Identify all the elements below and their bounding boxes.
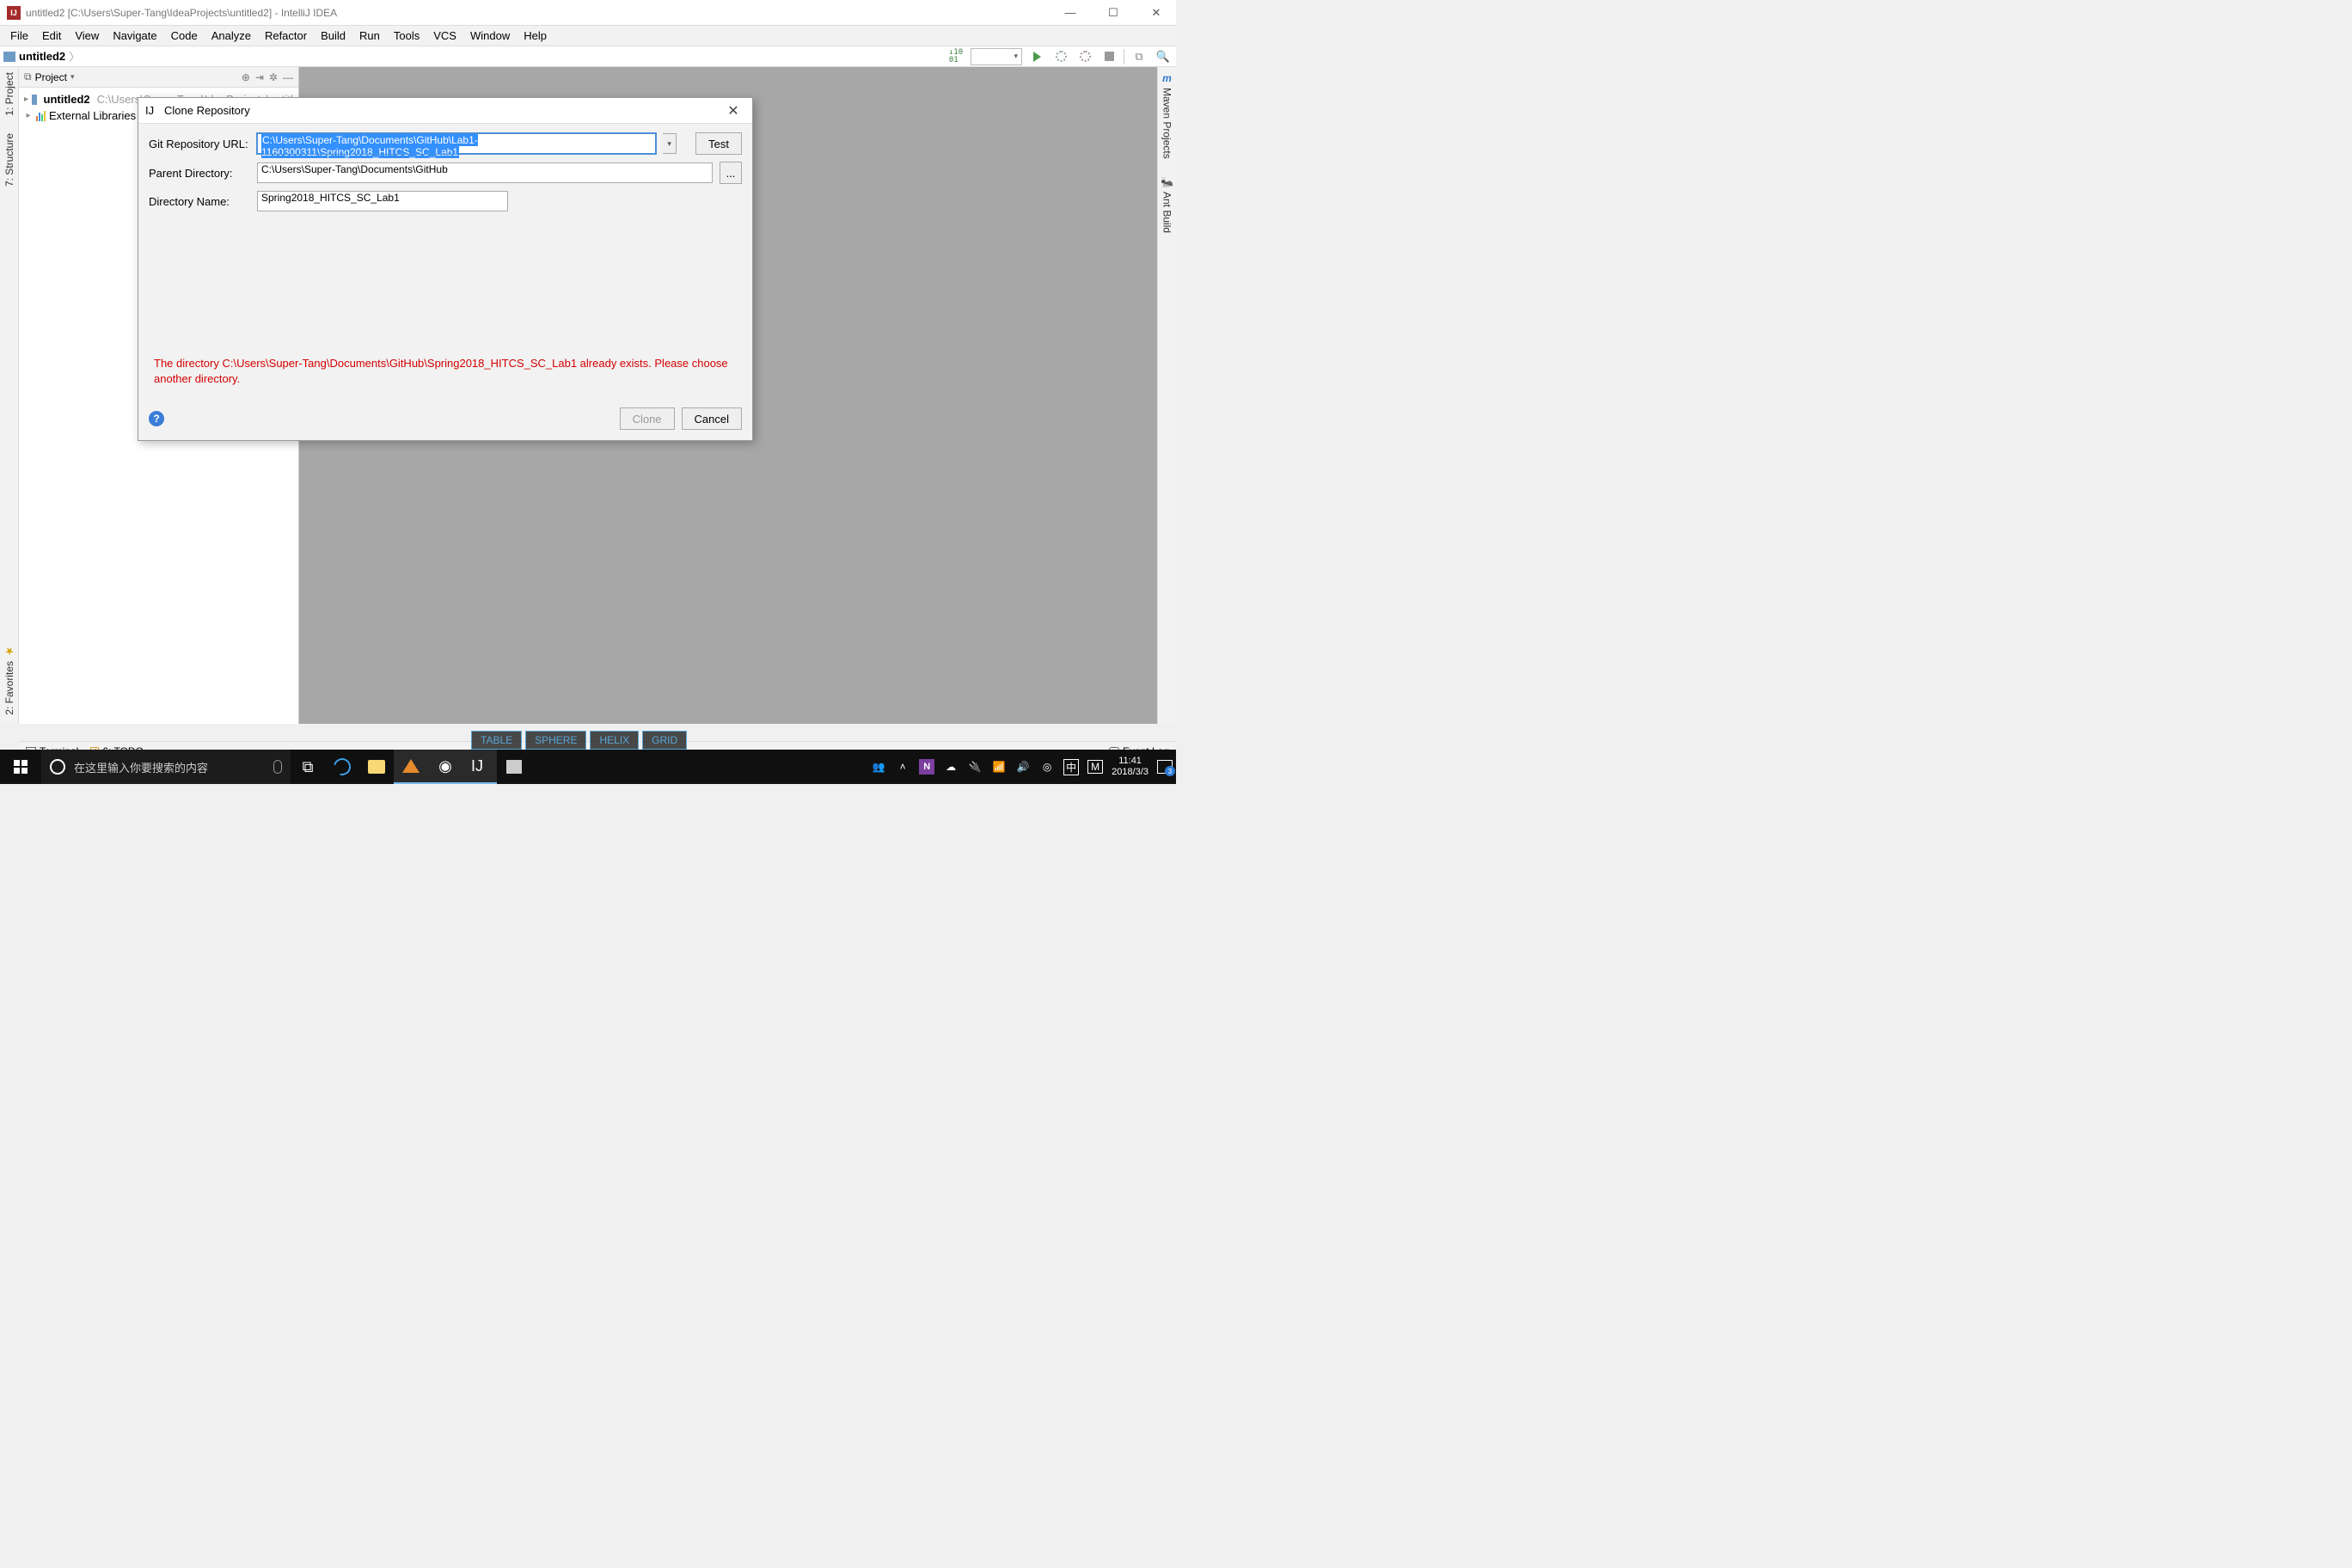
location-icon[interactable]: ◎ <box>1039 761 1055 773</box>
dialog-close-button[interactable]: ✕ <box>721 102 745 119</box>
breadcrumb-sep-icon: 〉 <box>69 48 80 64</box>
matlab-overlay-pills: TABLE SPHERE HELIX GRID <box>471 731 687 750</box>
tab-structure[interactable]: 7: Structure <box>3 133 15 187</box>
libraries-icon <box>36 111 46 121</box>
window-titlebar: IJ untitled2 [C:\Users\Super-Tang\IdeaPr… <box>0 0 1176 26</box>
hide-icon[interactable]: — <box>283 71 293 83</box>
project-structure-button[interactable]: ⧉ <box>1130 48 1148 65</box>
menu-file[interactable]: File <box>3 28 35 44</box>
cancel-button[interactable]: Cancel <box>682 407 742 430</box>
pill-helix[interactable]: HELIX <box>590 731 639 750</box>
dialog-title: Clone Repository <box>164 104 250 117</box>
error-message: The directory C:\Users\Super-Tang\Docume… <box>149 356 742 392</box>
menu-analyze[interactable]: Analyze <box>205 28 258 44</box>
scroll-to-icon[interactable]: ⇥ <box>255 71 264 83</box>
people-icon[interactable]: 👥 <box>871 761 886 773</box>
taskbar-search[interactable]: 在这里输入你要搜索的内容 <box>41 750 291 784</box>
run-config-combo[interactable]: ▾ <box>971 48 1022 65</box>
task-view-icon[interactable]: ⧉ <box>291 750 325 784</box>
toolbar: untitled2 〉 ↓1001 ▾ ⧉ 🔍 <box>0 46 1176 67</box>
edge-icon[interactable] <box>325 750 359 784</box>
update-icon[interactable]: ↓1001 <box>946 48 965 65</box>
collapse-icon[interactable]: ⊕ <box>242 71 250 83</box>
wifi-icon[interactable]: 📶 <box>991 761 1007 773</box>
label-url: Git Repository URL: <box>149 138 250 150</box>
pill-sphere[interactable]: SPHERE <box>525 731 586 750</box>
onedrive-icon[interactable]: ☁ <box>943 761 959 773</box>
menu-vcs[interactable]: VCS <box>426 28 463 44</box>
explorer-icon[interactable] <box>359 750 394 784</box>
action-center-icon[interactable]: 3 <box>1157 760 1173 774</box>
menu-help[interactable]: Help <box>517 28 554 44</box>
browse-button[interactable]: ... <box>720 162 742 184</box>
help-icon[interactable]: ? <box>149 411 164 426</box>
label-parent: Parent Directory: <box>149 167 250 180</box>
window-title: untitled2 [C:\Users\Super-Tang\IdeaProje… <box>26 7 1057 19</box>
folder-icon <box>3 52 15 62</box>
external-libraries-label: External Libraries <box>49 109 136 122</box>
repo-url-dropdown-icon[interactable]: ▾ <box>663 133 677 154</box>
pill-grid[interactable]: GRID <box>642 731 687 750</box>
app-icon: IJ <box>145 104 159 118</box>
minimize-button[interactable]: — <box>1057 6 1083 20</box>
tree-root-label: untitled2 <box>44 93 90 106</box>
menu-refactor[interactable]: Refactor <box>258 28 314 44</box>
matlab-icon[interactable] <box>394 750 428 784</box>
clone-repository-dialog: IJ Clone Repository ✕ Git Repository URL… <box>138 97 753 441</box>
tab-project[interactable]: 1: Project <box>3 72 15 116</box>
expand-arrow-icon[interactable]: ▸ <box>24 95 28 104</box>
volume-icon[interactable]: 🔊 <box>1015 761 1031 773</box>
start-button[interactable] <box>0 750 41 784</box>
menu-code[interactable]: Code <box>164 28 205 44</box>
clone-button[interactable]: Clone <box>620 407 675 430</box>
test-button[interactable]: Test <box>695 132 742 155</box>
store-icon[interactable] <box>497 750 531 784</box>
repo-url-input[interactable]: C:\Users\Super-Tang\Documents\GitHub\Lab… <box>257 133 656 154</box>
menu-navigate[interactable]: Navigate <box>106 28 163 44</box>
menu-edit[interactable]: Edit <box>35 28 68 44</box>
search-placeholder: 在这里输入你要搜索的内容 <box>74 759 208 775</box>
close-button[interactable]: ✕ <box>1143 6 1169 20</box>
clock[interactable]: 11:41 2018/3/3 <box>1112 756 1148 778</box>
windows-taskbar: 在这里输入你要搜索的内容 ⧉ ◉ IJ 👥 ˄ N ☁ 🔌 📶 🔊 ◎ 中 M … <box>0 750 1176 784</box>
menu-tools[interactable]: Tools <box>387 28 426 44</box>
run-button[interactable] <box>1027 48 1046 65</box>
debug-button[interactable] <box>1051 48 1070 65</box>
power-icon[interactable]: 🔌 <box>967 761 983 773</box>
onenote-icon[interactable]: N <box>919 759 934 775</box>
mic-icon[interactable] <box>273 760 282 774</box>
menu-build[interactable]: Build <box>314 28 352 44</box>
dir-name-input[interactable]: Spring2018_HITCS_SC_Lab1 <box>257 191 508 211</box>
tab-favorites[interactable]: 2: Favorites <box>3 646 15 715</box>
left-tool-strip: 1: Project 7: Structure 2: Favorites <box>0 67 19 724</box>
right-tool-strip: mMaven Projects 🐜Ant Build <box>1157 67 1176 724</box>
parent-dir-input[interactable]: C:\Users\Super-Tang\Documents\GitHub <box>257 162 713 183</box>
cortana-icon <box>50 759 65 775</box>
menu-window[interactable]: Window <box>463 28 517 44</box>
search-everywhere-icon[interactable]: 🔍 <box>1154 48 1173 65</box>
project-view-chevron-icon[interactable]: ▾ <box>70 72 75 82</box>
module-icon <box>32 95 36 105</box>
ime-icon-1[interactable]: 中 <box>1063 759 1079 775</box>
stop-button[interactable] <box>1099 48 1118 65</box>
main-menu: File Edit View Navigate Code Analyze Ref… <box>0 26 1176 46</box>
system-tray: 👥 ˄ N ☁ 🔌 📶 🔊 ◎ 中 M 11:41 2018/3/3 3 <box>871 756 1176 778</box>
coverage-button[interactable] <box>1075 48 1094 65</box>
ime-icon-2[interactable]: M <box>1087 760 1103 774</box>
breadcrumb-root[interactable]: untitled2 <box>19 50 65 63</box>
project-pane-title: Project <box>35 71 67 83</box>
maximize-button[interactable]: ☐ <box>1100 6 1126 20</box>
app-icon: IJ <box>7 6 21 20</box>
tray-chevron-icon[interactable]: ˄ <box>895 761 910 773</box>
app-icon-2[interactable]: ◉ <box>428 750 462 784</box>
settings-gear-icon[interactable]: ✲ <box>269 71 278 83</box>
menu-view[interactable]: View <box>68 28 106 44</box>
tab-ant[interactable]: 🐜Ant Build <box>1161 176 1173 233</box>
menu-run[interactable]: Run <box>352 28 387 44</box>
pill-table[interactable]: TABLE <box>471 731 522 750</box>
label-dirname: Directory Name: <box>149 195 250 208</box>
expand-arrow-icon[interactable]: ▸ <box>24 111 33 120</box>
tab-maven[interactable]: mMaven Projects <box>1161 72 1173 159</box>
intellij-taskbar-icon[interactable]: IJ <box>462 750 497 784</box>
